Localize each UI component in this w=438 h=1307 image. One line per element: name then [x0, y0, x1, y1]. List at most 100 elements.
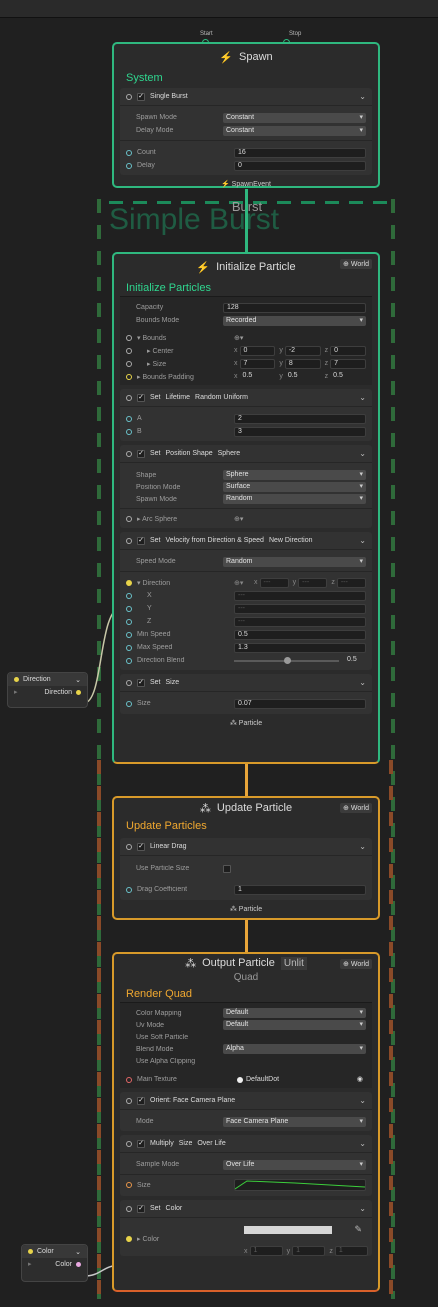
blend-mode-select[interactable]: Alpha: [223, 1044, 366, 1054]
block-enabled-checkbox[interactable]: ✓: [137, 1204, 145, 1213]
color-node-output[interactable]: ▸ Color: [22, 1258, 87, 1270]
padding-label[interactable]: ▸ Bounds Padding: [137, 373, 229, 381]
min-speed-port[interactable]: [126, 631, 132, 638]
block-activation-port[interactable]: [126, 1140, 132, 1147]
lifetime-attr-label[interactable]: Lifetime: [166, 394, 191, 401]
padding-y-field[interactable]: 0.5: [285, 372, 321, 382]
spawn-context[interactable]: ⚡ Spawn System ✓ Single Burst ⌄ Spawn Mo…: [112, 42, 380, 188]
size-curve-field[interactable]: [234, 1179, 366, 1191]
single-burst-block[interactable]: ✓ Single Burst ⌄ Spawn Mode Constant Del…: [120, 88, 372, 175]
initialize-header[interactable]: ⚡ Initialize Particle ⊕ World: [114, 254, 378, 280]
delay-field[interactable]: 0: [234, 160, 366, 171]
direction-blend-slider[interactable]: [234, 656, 339, 666]
sample-mode-select[interactable]: Over Life: [223, 1159, 366, 1170]
multiply-mode-label[interactable]: Over Life: [197, 1140, 225, 1147]
chevron-down-icon[interactable]: ⌄: [359, 1204, 366, 1213]
linear-drag-header[interactable]: ✓ Linear Drag ⌄: [120, 838, 372, 856]
speed-mode-select[interactable]: Random: [223, 556, 366, 567]
orient-mode-select[interactable]: Face Camera Plane: [223, 1116, 366, 1127]
chevron-down-icon[interactable]: ⌄: [75, 676, 81, 684]
block-enabled-checkbox[interactable]: ✓: [137, 1096, 145, 1105]
object-picker-icon[interactable]: ◉: [357, 1076, 363, 1084]
direction-label[interactable]: ▾ Direction: [137, 579, 229, 587]
world-space-badge[interactable]: ⊕ World: [340, 959, 372, 969]
block-enabled-checkbox[interactable]: ✓: [137, 1139, 145, 1148]
expand-icon[interactable]: ▸: [14, 688, 18, 696]
orient-block[interactable]: ✓ Orient: Face Camera Plane ⌄ Mode Face …: [120, 1092, 372, 1131]
size-attr-label[interactable]: Size: [166, 679, 180, 686]
block-activation-port[interactable]: [126, 1097, 132, 1104]
bounds-mode-select[interactable]: Recorded: [223, 315, 366, 326]
center-z-field[interactable]: 0: [330, 345, 366, 356]
use-particle-size-checkbox[interactable]: [223, 864, 231, 873]
color-operator-node[interactable]: Color ⌄ ▸ Color: [21, 1244, 88, 1282]
b-field[interactable]: 3: [234, 426, 366, 437]
z-field[interactable]: ---: [234, 616, 366, 627]
chevron-down-icon[interactable]: ⌄: [359, 393, 366, 402]
capacity-field[interactable]: 128: [223, 302, 366, 313]
pos-spawn-mode-select[interactable]: Random: [223, 494, 366, 504]
position-mode-select[interactable]: Surface: [223, 482, 366, 492]
update-context[interactable]: ⁂ Update Particle ⊕ World Update Particl…: [112, 796, 380, 920]
direction-blend-port[interactable]: [126, 657, 132, 664]
spawn-mode-select[interactable]: Constant: [223, 112, 366, 123]
a-port[interactable]: [126, 415, 132, 422]
size-field[interactable]: 0.07: [234, 698, 366, 709]
color-z-field[interactable]: 1: [334, 1246, 369, 1256]
main-texture-port[interactable]: [126, 1076, 132, 1083]
initialize-context[interactable]: ⚡ Initialize Particle ⊕ World Initialize…: [112, 252, 380, 764]
y-port[interactable]: [126, 605, 132, 612]
size-z-field[interactable]: 7: [330, 358, 366, 369]
x-port[interactable]: [126, 592, 132, 599]
set-lifetime-header[interactable]: ✓ Set Lifetime Random Uniform ⌄: [120, 389, 372, 407]
delay-port[interactable]: [126, 162, 132, 169]
size-y-field[interactable]: 8: [284, 358, 321, 369]
direction-blend-field[interactable]: 0.5: [344, 656, 366, 666]
slider-knob[interactable]: [283, 656, 291, 664]
position-shape-mode-label[interactable]: Sphere: [218, 450, 241, 457]
set-color-header[interactable]: ✓ Set Color ⌄: [120, 1200, 372, 1218]
output-shader-badge[interactable]: Unlit: [280, 956, 307, 970]
chevron-down-icon[interactable]: ⌄: [359, 536, 366, 545]
color-input-port[interactable]: [126, 1235, 132, 1242]
output-port[interactable]: [76, 1261, 81, 1267]
set-lifetime-block[interactable]: ✓ Set Lifetime Random Uniform ⌄ A 2 B 3: [120, 389, 372, 441]
padding-x-field[interactable]: 0.5: [240, 372, 276, 382]
color-x-field[interactable]: 1: [249, 1246, 283, 1256]
block-activation-port[interactable]: [126, 93, 132, 100]
a-field[interactable]: 2: [234, 413, 366, 424]
output-context[interactable]: ⁂ Output Particle Unlit ⊕ World Quad Ren…: [112, 952, 380, 1292]
single-burst-header[interactable]: ✓ Single Burst ⌄: [120, 88, 372, 106]
direction-y-field[interactable]: ---: [298, 577, 328, 588]
set-position-shape-header[interactable]: ✓ Set Position Shape Sphere ⌄: [120, 445, 372, 463]
size-label[interactable]: ▸ Size: [137, 360, 229, 368]
spawn-header[interactable]: ⚡ Spawn: [114, 44, 378, 70]
direction-z-field[interactable]: ---: [336, 577, 367, 588]
world-space-badge[interactable]: ⊕ World: [340, 259, 372, 269]
color-mapping-select[interactable]: Default: [223, 1008, 366, 1018]
space-toggle-icon[interactable]: ⊕▾: [234, 578, 250, 588]
direction-operator-node[interactable]: Direction ⌄ ▸ Direction: [7, 672, 88, 708]
z-port[interactable]: [126, 618, 132, 625]
output-port[interactable]: [76, 689, 81, 695]
size-field-port[interactable]: [126, 700, 132, 707]
count-port[interactable]: [126, 149, 132, 156]
chevron-down-icon[interactable]: ⌄: [359, 449, 366, 458]
lifetime-mode-label[interactable]: Random Uniform: [195, 394, 248, 401]
block-activation-port[interactable]: [126, 679, 132, 686]
set-velocity-header[interactable]: ✓ Set Velocity from Direction & Speed Ne…: [120, 532, 372, 550]
expand-icon[interactable]: ▸: [28, 1260, 32, 1268]
block-enabled-checkbox[interactable]: ✓: [137, 449, 145, 458]
block-activation-port[interactable]: [126, 1205, 132, 1212]
block-enabled-checkbox[interactable]: ✓: [137, 678, 145, 687]
block-activation-port[interactable]: [126, 843, 132, 850]
delay-mode-select[interactable]: Constant: [223, 125, 366, 136]
color-node-header[interactable]: Color ⌄: [22, 1245, 87, 1258]
world-space-badge[interactable]: ⊕ World: [340, 803, 372, 813]
output-header[interactable]: ⁂ Output Particle Unlit ⊕ World: [114, 954, 378, 972]
center-port[interactable]: [126, 347, 132, 354]
size-curve-port[interactable]: [126, 1182, 132, 1188]
block-activation-port[interactable]: [126, 537, 132, 544]
bounds-port[interactable]: [126, 334, 132, 341]
multiply-size-header[interactable]: ✓ Multiply Size Over Life ⌄: [120, 1135, 372, 1153]
